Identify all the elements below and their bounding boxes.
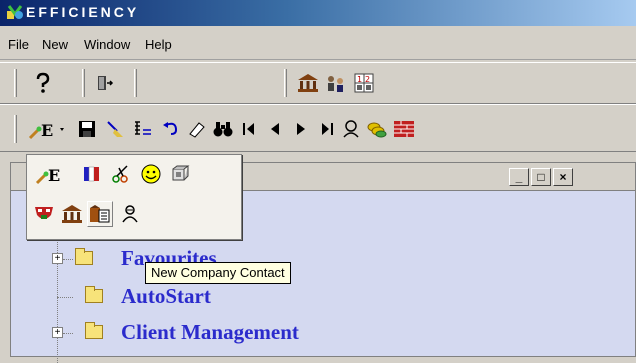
toolbar-grip[interactable] <box>284 69 287 97</box>
tree-item-label[interactable]: AutoStart <box>121 284 211 309</box>
maximize-button[interactable]: □ <box>531 168 551 186</box>
undo-icon[interactable] <box>160 118 182 140</box>
scissors-icon[interactable] <box>111 163 133 185</box>
bank-icon[interactable] <box>61 203 83 225</box>
menu-file[interactable]: File <box>8 37 29 52</box>
tree-item-autostart[interactable]: AutoStart <box>11 283 635 311</box>
expand-toggle[interactable]: + <box>52 327 63 338</box>
tree-item-client-management[interactable]: + Client Management <box>11 319 635 347</box>
new-entry-icon[interactable]: E <box>35 163 69 185</box>
menu-bar: File New Window Help <box>0 26 636 60</box>
minimize-button[interactable]: _ <box>509 168 529 186</box>
first-record-icon[interactable] <box>238 118 260 140</box>
smiley-icon[interactable] <box>140 163 162 185</box>
app-titlebar: EFFICIENCY <box>0 0 636 26</box>
toolbar-records: E <box>0 104 636 152</box>
search-person-icon[interactable] <box>340 118 362 140</box>
close-button[interactable]: × <box>553 168 573 186</box>
folder-icon <box>85 286 103 303</box>
expand-toggle[interactable]: + <box>52 253 63 264</box>
svg-text:E: E <box>48 166 60 185</box>
flag-icon[interactable] <box>81 163 103 185</box>
tree-line <box>63 333 73 334</box>
company-contact-icon[interactable] <box>87 201 113 227</box>
toolbar-grip[interactable] <box>14 69 17 97</box>
calculator-icon[interactable]: 12 <box>353 72 375 94</box>
folder-icon <box>85 322 103 339</box>
brick-wall-icon[interactable] <box>393 118 415 140</box>
menu-help[interactable]: Help <box>145 37 172 52</box>
exit-door-icon[interactable] <box>93 72 115 94</box>
svg-text:E: E <box>41 121 53 140</box>
menu-window[interactable]: Window <box>84 37 130 52</box>
tree-item-label[interactable]: Client Management <box>121 320 299 345</box>
toolbar-separator <box>82 69 85 97</box>
app-logo-icon <box>7 5 23 19</box>
save-icon[interactable] <box>76 118 98 140</box>
people-icon[interactable] <box>325 72 347 94</box>
toolbar-separator <box>134 69 137 97</box>
tree-item-favourites[interactable]: + Favourites <box>11 245 635 273</box>
binoculars-icon[interactable] <box>212 118 234 140</box>
new-entry-dropdown: E <box>26 154 242 240</box>
menu-new[interactable]: New <box>42 37 68 52</box>
next-record-icon[interactable] <box>290 118 312 140</box>
last-record-icon[interactable] <box>316 118 338 140</box>
tree-line <box>57 297 73 298</box>
clean-icon[interactable] <box>104 118 126 140</box>
folder-icon <box>75 248 93 265</box>
toolbar-grip[interactable] <box>14 115 17 143</box>
eraser-icon[interactable] <box>186 118 208 140</box>
tooltip: New Company Contact <box>145 262 291 284</box>
coins-icon[interactable] <box>366 118 388 140</box>
cube-icon[interactable] <box>169 163 191 185</box>
list-icon[interactable] <box>132 118 154 140</box>
contact-person-icon[interactable] <box>119 203 141 225</box>
previous-record-icon[interactable] <box>264 118 286 140</box>
app-title: EFFICIENCY <box>26 4 140 20</box>
help-icon[interactable] <box>32 72 54 94</box>
toolbar-main: 12 <box>0 62 636 104</box>
new-entry-icon[interactable]: E <box>28 118 68 140</box>
mask-icon[interactable] <box>33 203 55 225</box>
tree-line <box>63 259 73 260</box>
bank-icon[interactable] <box>297 72 319 94</box>
